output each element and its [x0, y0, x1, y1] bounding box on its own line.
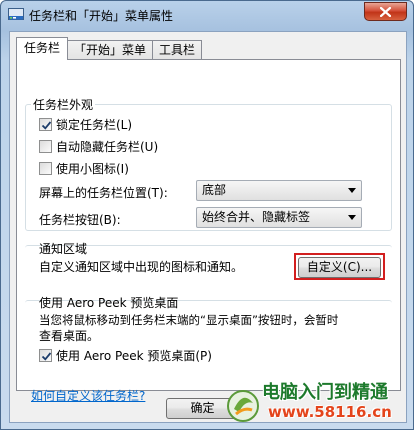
close-icon — [380, 6, 391, 17]
location-value: 底部 — [202, 183, 227, 197]
chevron-down-icon — [348, 188, 356, 193]
tab-toolbars[interactable]: 工具栏 — [152, 40, 203, 60]
dialog-window: 任务栏和「开始」菜单属性 任务栏 「开始」菜单 工具栏 任务栏外观 锁定任务栏(… — [0, 0, 414, 430]
close-button[interactable] — [364, 2, 407, 21]
aero-peek-checkbox[interactable]: 使用 Aero Peek 预览桌面(P) — [39, 347, 212, 364]
checkbox-box[interactable] — [39, 162, 52, 175]
notification-title: 通知区域 — [39, 242, 88, 256]
location-select[interactable]: 底部 — [196, 180, 362, 201]
small-icons-label: 使用小图标(I) — [56, 162, 129, 176]
tab-taskbar[interactable]: 任务栏 — [16, 37, 69, 60]
appearance-group-title: 任务栏外观 — [31, 96, 96, 113]
tab-start-menu[interactable]: 「开始」菜单 — [67, 40, 154, 60]
checkbox-box[interactable] — [39, 118, 52, 131]
aero-title: 使用 Aero Peek 预览桌面 — [39, 296, 179, 310]
taskbar-icon — [8, 8, 24, 22]
checkmark-icon — [41, 352, 52, 361]
window-title: 任务栏和「开始」菜单属性 — [29, 9, 174, 23]
aero-description-2: 查看桌面。 — [39, 329, 100, 343]
lock-taskbar-label: 锁定任务栏(L) — [56, 118, 133, 132]
small-icons-checkbox[interactable]: 使用小图标(I) — [39, 160, 129, 177]
buttons-select[interactable]: 始终合并、隐藏标签 — [196, 207, 362, 228]
autohide-label: 自动隐藏任务栏(U) — [56, 140, 159, 154]
customize-button[interactable]: 自定义(C)... — [298, 257, 381, 278]
dialog-client: 任务栏 「开始」菜单 工具栏 任务栏外观 锁定任务栏(L) 自动隐藏任务栏(U)… — [9, 31, 407, 423]
tab-strip: 任务栏 「开始」菜单 工具栏 — [16, 37, 203, 60]
location-label: 屏幕上的任务栏位置(T): — [39, 186, 168, 200]
checkbox-box[interactable] — [39, 140, 52, 153]
chevron-down-icon — [348, 215, 356, 220]
buttons-label: 任务栏按钮(B): — [39, 213, 121, 227]
autohide-checkbox[interactable]: 自动隐藏任务栏(U) — [39, 138, 158, 155]
buttons-value: 始终合并、隐藏标签 — [202, 210, 311, 224]
notification-description: 自定义通知区域中出现的图标和通知。 — [39, 260, 244, 274]
watermark: 电脑入门到精通 www.58116.cn — [226, 376, 413, 429]
checkmark-icon — [41, 121, 52, 130]
lock-taskbar-checkbox[interactable]: 锁定任务栏(L) — [39, 116, 132, 133]
aero-description-1: 当您将鼠标移动到任务栏末端的“显示桌面”按钮时，会暂时 — [39, 313, 339, 327]
aero-peek-label: 使用 Aero Peek 预览桌面(P) — [56, 349, 212, 363]
help-link[interactable]: 如何自定义该任务栏? — [31, 387, 145, 404]
watermark-title: 电脑入门到精通 — [262, 382, 388, 403]
tab-page: 任务栏外观 锁定任务栏(L) 自动隐藏任务栏(U) 使用小图标(I) 屏幕上的任… — [16, 59, 401, 403]
title-bar: 任务栏和「开始」菜单属性 — [1, 1, 413, 29]
watermark-url: www.58116.cn — [268, 403, 392, 421]
checkbox-box[interactable] — [39, 349, 52, 362]
